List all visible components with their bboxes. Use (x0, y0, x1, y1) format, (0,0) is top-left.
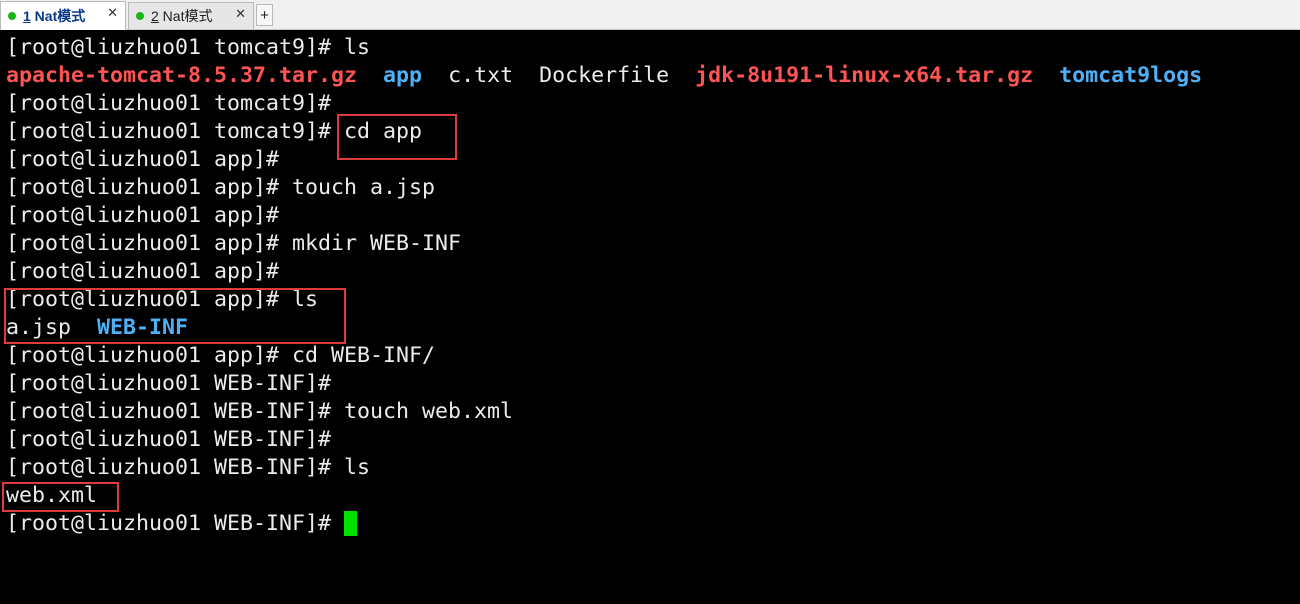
terminal-line: [root@liuzhuo01 WEB-INF]# (6, 371, 332, 396)
tab-session-2[interactable]: 2 Nat模式 ✕ (128, 2, 254, 29)
terminal-line: [root@liuzhuo01 app]# cd WEB-INF/ (6, 343, 436, 368)
terminal-line: web.xml (6, 482, 97, 510)
terminal-cursor (344, 511, 358, 536)
archive-file: apache-tomcat-8.5.37.tar.gz (6, 63, 358, 88)
directory-entry: tomcat9logs (1059, 63, 1203, 88)
terminal-output[interactable]: [root@liuzhuo01 tomcat9]# ls apache-tomc… (0, 30, 1300, 604)
terminal-line: [root@liuzhuo01 tomcat9]# ls (6, 35, 371, 60)
archive-file: jdk-8u191-linux-x64.tar.gz (695, 63, 1034, 88)
terminal-line: [root@liuzhuo01 app]# (6, 259, 280, 284)
terminal-line: [root@liuzhuo01 tomcat9]# cd app (6, 119, 423, 144)
close-icon[interactable]: ✕ (107, 5, 118, 21)
tab-session-1[interactable]: 1 Nat模式 ✕ (0, 1, 126, 30)
terminal-line: [root@liuzhuo01 app]# (6, 147, 280, 172)
terminal-line: [root@liuzhuo01 WEB-INF]# ls (6, 455, 371, 480)
terminal-line: apache-tomcat-8.5.37.tar.gz app c.txt Do… (6, 62, 1202, 90)
tab-label: 2 Nat模式 (151, 8, 213, 24)
terminal-line: [root@liuzhuo01 tomcat9]# (6, 91, 332, 116)
tab-bar: 1 Nat模式 ✕ 2 Nat模式 ✕ + (0, 0, 1300, 30)
terminal-line: [root@liuzhuo01 WEB-INF]# touch web.xml (6, 399, 514, 424)
terminal-line: [root@liuzhuo01 app]# touch a.jsp (6, 175, 436, 200)
file-entry: Dockerfile (539, 63, 670, 88)
tab-label: 1 Nat模式 (23, 8, 86, 24)
directory-entry: app (383, 63, 423, 88)
file-entry: c.txt (448, 63, 514, 88)
terminal-app: 1 Nat模式 ✕ 2 Nat模式 ✕ + [root@liuzhuo01 to… (0, 0, 1300, 604)
add-tab-button[interactable]: + (256, 4, 273, 26)
connected-status-icon (136, 12, 144, 20)
terminal-line: [root@liuzhuo01 WEB-INF]# (6, 427, 332, 452)
terminal-line: [root@liuzhuo01 WEB-INF]# (6, 510, 358, 538)
terminal-line: [root@liuzhuo01 app]# mkdir WEB-INF (6, 231, 462, 256)
terminal-line: [root@liuzhuo01 app]# ls (6, 287, 319, 312)
file-entry: a.jsp (6, 315, 72, 340)
close-icon[interactable]: ✕ (235, 6, 246, 22)
terminal-line: a.jsp WEB-INF (6, 314, 188, 342)
directory-entry: WEB-INF (97, 315, 189, 340)
connected-status-icon (8, 12, 16, 20)
terminal-line: [root@liuzhuo01 app]# (6, 203, 280, 228)
file-entry: web.xml (6, 483, 98, 508)
